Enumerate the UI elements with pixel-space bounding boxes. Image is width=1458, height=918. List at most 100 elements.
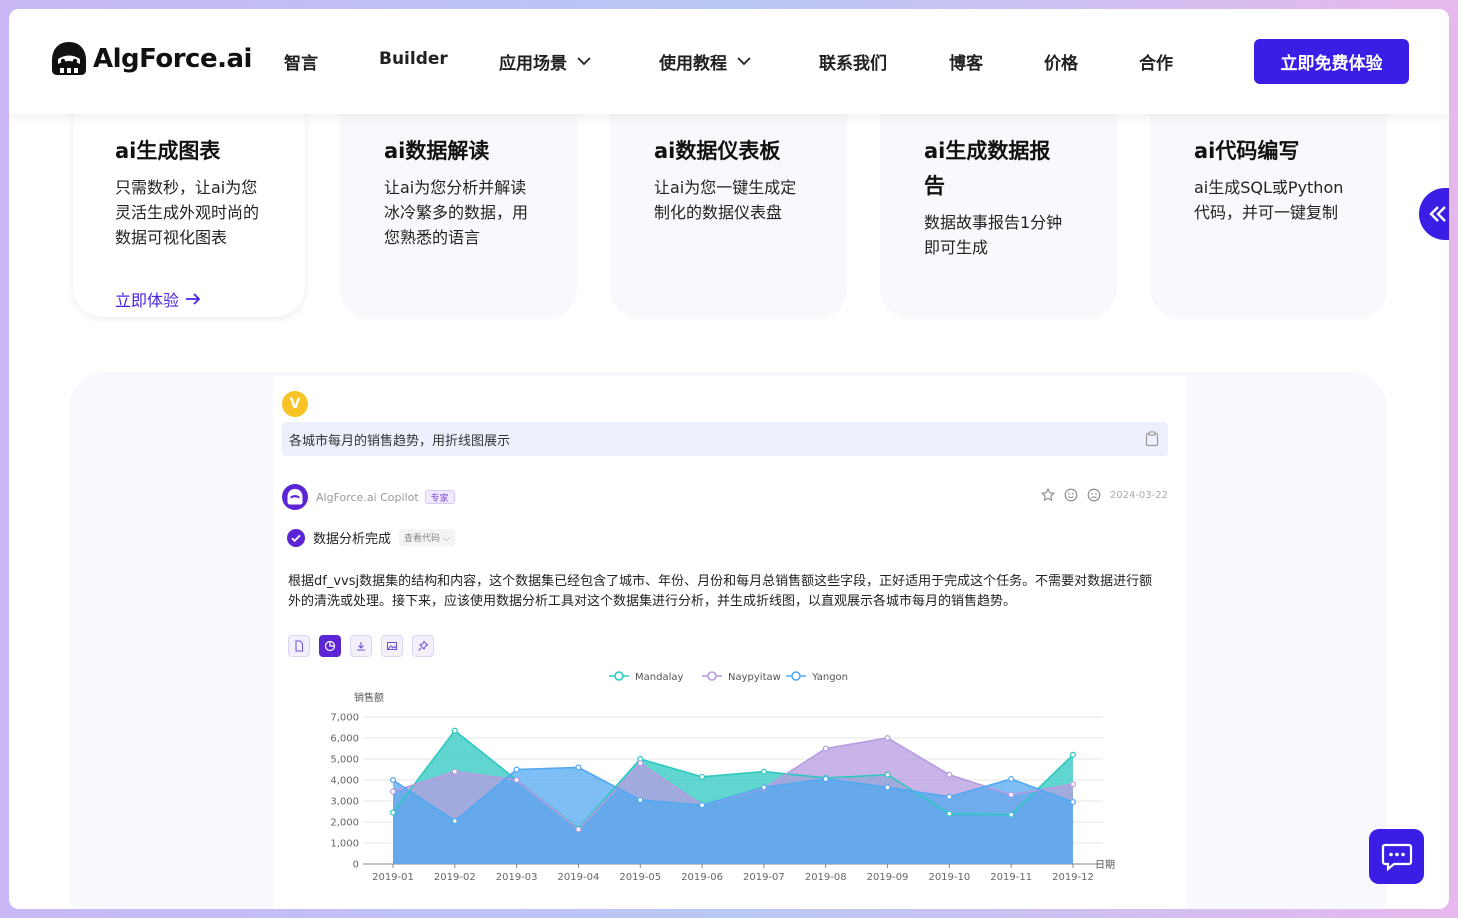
view-code-toggle[interactable]: 查看代码 ⌵ xyxy=(399,529,455,546)
data-point-naypyitaw xyxy=(513,776,520,783)
check-circle-icon xyxy=(287,528,305,547)
data-point-naypyitaw xyxy=(637,760,644,767)
nav-partner[interactable]: 合作 xyxy=(1139,49,1173,74)
pin-icon xyxy=(418,640,429,651)
nav-label: 使用教程 xyxy=(659,54,727,74)
download-button[interactable] xyxy=(350,635,372,657)
view-code-label: 查看代码 xyxy=(404,534,441,544)
try-now-label: 立即体验 xyxy=(115,291,180,310)
legend-swatch-marker xyxy=(707,671,717,681)
pie-chart-icon xyxy=(324,640,336,652)
data-point-yangon xyxy=(513,766,520,773)
pin-button[interactable] xyxy=(412,635,434,657)
data-point-naypyitaw xyxy=(575,826,582,833)
data-point-mandalay xyxy=(760,768,767,775)
card-description: 让ai为您分析并解读冰冷繁多的数据，用您熟悉的语言 xyxy=(384,178,529,247)
nav-label: 价格 xyxy=(1044,54,1078,74)
y-tick-label: 2,000 xyxy=(330,818,359,829)
card-title: ai生成数据报告 xyxy=(924,139,1051,198)
copy-icon[interactable] xyxy=(1145,431,1159,447)
data-point-mandalay xyxy=(451,727,458,734)
x-tick-label: 2019-01 xyxy=(372,872,414,883)
double-chevron-left-icon xyxy=(1429,206,1446,222)
card-title: ai生成图表 xyxy=(115,139,221,163)
legend-label: Yangon xyxy=(811,672,848,683)
data-point-mandalay xyxy=(1008,811,1015,818)
nav-label: 应用场景 xyxy=(499,54,567,74)
legend-label: Mandalay xyxy=(635,672,683,683)
image-button[interactable] xyxy=(381,635,403,657)
analysis-paragraph: 根据df_vvsj数据集的结构和内容，这个数据集已经包含了城市、年份、月份和每月… xyxy=(288,574,1153,609)
data-point-naypyitaw xyxy=(451,768,458,775)
nav-label: 智言 xyxy=(284,54,318,74)
y-tick-label: 3,000 xyxy=(330,797,359,808)
nav-zhiyan[interactable]: 智言 xyxy=(284,49,318,74)
x-tick-label: 2019-06 xyxy=(681,872,723,883)
browser-window: ai生成图表 只需数秒，让ai为您灵活生成外观时尚的数据可视化图表 立即体验 a… xyxy=(9,9,1449,909)
data-point-mandalay xyxy=(389,809,396,816)
sales-trend-chart: Mandalay Naypyitaw Yangon 销售额 0 1,000 2,000 3… xyxy=(330,671,1115,883)
x-tick-label: 2019-07 xyxy=(743,872,785,883)
table-view-button[interactable] xyxy=(288,635,310,657)
y-axis-label: 销售额 xyxy=(354,691,384,704)
legend-swatch-marker xyxy=(791,671,801,681)
try-now-link[interactable]: 立即体验 xyxy=(115,287,202,311)
legend-swatch-marker xyxy=(614,671,624,681)
data-point-yangon xyxy=(884,784,891,791)
star-icon[interactable] xyxy=(1040,488,1055,502)
nav-tutorials[interactable]: 使用教程 xyxy=(659,49,751,74)
message-actions: 2024-03-22 xyxy=(1040,488,1168,502)
x-tick-label: 2019-10 xyxy=(928,872,970,883)
smile-icon[interactable] xyxy=(1064,488,1078,502)
data-point-naypyitaw xyxy=(389,788,396,795)
x-tick-label: 2019-09 xyxy=(867,872,909,883)
x-axis-label: 日期 xyxy=(1095,859,1115,871)
x-tick-label: 2019-08 xyxy=(805,872,847,883)
card-description: 让ai为您一键生成定制化的数据仪表盘 xyxy=(654,178,797,222)
side-panel-toggle[interactable] xyxy=(1419,188,1449,240)
site-header: AlgForce.ai 智言 Builder 应用场景 使用教程 联系我们 博客… xyxy=(9,9,1449,114)
legend-item-yangon: Yangon xyxy=(786,671,848,683)
chat-support-button[interactable] xyxy=(1369,829,1424,884)
y-tick-label: 6,000 xyxy=(330,734,359,745)
nav-pricing[interactable]: 价格 xyxy=(1044,49,1078,74)
data-point-mandalay xyxy=(946,810,953,817)
card-title: ai数据仪表板 xyxy=(654,139,781,163)
chart-legend: Mandalay Naypyitaw Yangon xyxy=(609,671,848,683)
chart-view-button[interactable] xyxy=(319,635,341,657)
nav-scenarios[interactable]: 应用场景 xyxy=(499,49,591,74)
nav-builder[interactable]: Builder xyxy=(379,49,448,69)
chevron-down-icon xyxy=(737,57,751,66)
data-point-naypyitaw xyxy=(884,734,891,741)
data-point-yangon xyxy=(1008,775,1015,782)
status-text: 数据分析完成 xyxy=(313,532,392,547)
nav-contact[interactable]: 联系我们 xyxy=(819,49,887,74)
data-point-yangon xyxy=(699,802,706,809)
logo[interactable]: AlgForce.ai xyxy=(49,40,252,78)
message-date: 2024-03-22 xyxy=(1109,489,1168,501)
y-tick-label: 1,000 xyxy=(330,839,359,850)
x-tick-label: 2019-12 xyxy=(1052,872,1094,883)
chat-bubble-icon xyxy=(1381,843,1412,871)
x-tick-label: 2019-02 xyxy=(434,872,476,883)
card-description: 只需数秒，让ai为您灵活生成外观时尚的数据可视化图表 xyxy=(115,178,260,247)
free-trial-button[interactable]: 立即免费体验 xyxy=(1254,39,1409,84)
chevron-down-icon xyxy=(577,57,591,66)
image-icon xyxy=(387,642,397,650)
data-point-yangon xyxy=(451,817,458,824)
nav-blog[interactable]: 博客 xyxy=(949,49,983,74)
frown-icon[interactable] xyxy=(1087,488,1101,502)
document-icon xyxy=(295,640,303,652)
data-point-yangon xyxy=(822,775,829,782)
arrow-right-icon xyxy=(186,293,201,305)
x-tick-label: 2019-04 xyxy=(558,872,600,883)
data-point-yangon xyxy=(1069,799,1076,806)
x-tick-label: 2019-05 xyxy=(619,872,661,883)
data-point-yangon xyxy=(637,796,644,803)
x-tick-label: 2019-03 xyxy=(496,872,538,883)
card-description: ai生成SQL或Python代码，并可一键复制 xyxy=(1194,178,1344,222)
nav-label: 联系我们 xyxy=(819,54,887,74)
nav-label: Builder xyxy=(379,49,448,69)
legend-item-naypyitaw: Naypyitaw xyxy=(702,671,781,683)
user-query-bubble: 各城市每月的销售趋势，用折线图展示 xyxy=(282,422,1168,456)
